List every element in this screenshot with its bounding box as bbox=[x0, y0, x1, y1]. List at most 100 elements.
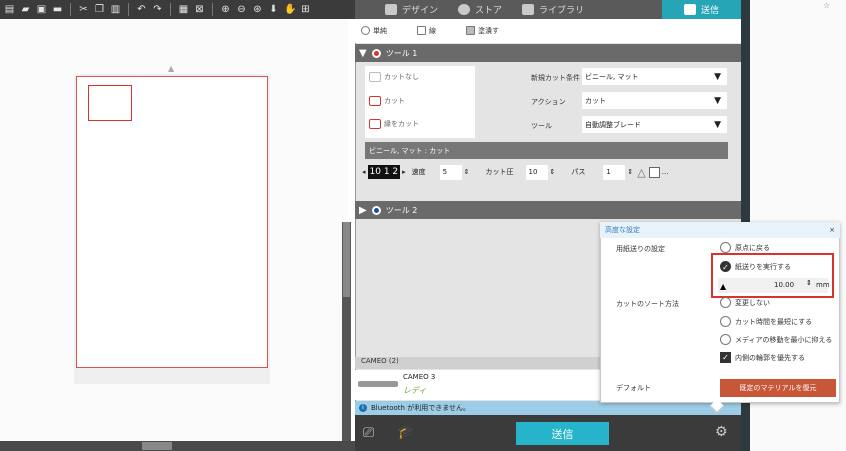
tab-library-label: ライブラリ bbox=[539, 6, 585, 16]
star-icon[interactable]: ☆ bbox=[823, 1, 830, 10]
toolbar-divider bbox=[128, 3, 129, 16]
horizontal-scroll-thumb[interactable] bbox=[142, 442, 172, 450]
dropdown-arrow-icon: ▼ bbox=[714, 71, 721, 82]
tool2-color-dot bbox=[371, 205, 381, 215]
restore-material-button[interactable]: 既定のマテリアルを復元 bbox=[720, 379, 836, 397]
device-name: CAMEO 3 bbox=[403, 373, 436, 381]
popup-title: 高度な設定 bbox=[605, 226, 640, 234]
sort-option-min-media[interactable]: メディアの移動を最小に抑える bbox=[720, 334, 832, 345]
radio-icon bbox=[720, 297, 731, 308]
pass-input[interactable]: 1 bbox=[603, 164, 626, 180]
horizontal-scrollbar[interactable] bbox=[0, 441, 355, 451]
sort-option-label: 内側の輪郭を優先する bbox=[735, 353, 805, 362]
sort-label: カットのソート方法 bbox=[616, 300, 679, 308]
tab-design[interactable]: デザイン bbox=[375, 0, 448, 19]
zoom-fit-icon[interactable]: ⊛ bbox=[252, 4, 263, 15]
tab-design-label: デザイン bbox=[402, 6, 439, 16]
tab-store[interactable]: ストア bbox=[448, 0, 512, 19]
sort-option-nochange[interactable]: 変更しない bbox=[720, 297, 770, 308]
checkbox-checked-icon: ✓ bbox=[720, 352, 731, 363]
design-shape[interactable] bbox=[88, 85, 132, 121]
mode-fill[interactable]: 塗潰す bbox=[466, 26, 499, 36]
mode-fill-label: 塗潰す bbox=[478, 27, 499, 35]
triangle-icon[interactable]: △ bbox=[637, 166, 645, 179]
material-bar: ビニール, マット : カット bbox=[365, 142, 728, 159]
sort-option-label: 変更しない bbox=[735, 298, 770, 307]
undo-icon[interactable]: ↶ bbox=[136, 4, 147, 15]
cut-params: ◂ 10 1 2 ▸ 速度 5 ⇕ カット圧 10 ⇕ パス 1 ⇕ △ ... bbox=[362, 161, 732, 183]
fill-icon bbox=[466, 26, 475, 35]
redo-icon[interactable]: ↷ bbox=[152, 4, 163, 15]
move-down-icon[interactable]: ⬇ bbox=[268, 4, 279, 15]
dropdown-arrow-icon: ▼ bbox=[714, 95, 721, 106]
highlight-box bbox=[711, 253, 834, 298]
paste-icon[interactable]: ▥ bbox=[110, 4, 121, 15]
stepper-icon[interactable]: ⇕ bbox=[550, 168, 556, 176]
sort-option-fastest[interactable]: カット時間を最短にする bbox=[720, 316, 812, 327]
more-button[interactable]: ... bbox=[662, 168, 669, 176]
machine-settings-icon[interactable]: ⎚ bbox=[363, 425, 374, 441]
add-page-icon[interactable]: ⊞ bbox=[300, 4, 311, 15]
field-tool-label: ツール bbox=[531, 122, 552, 130]
collapse-icon: ▼ bbox=[359, 47, 367, 59]
edge-cut-icon bbox=[369, 119, 381, 129]
tool1-color-dot bbox=[371, 48, 381, 58]
close-icon[interactable]: × bbox=[829, 226, 835, 234]
tool2-header[interactable]: ▶ ツール 2 bbox=[355, 201, 741, 219]
feed-option-origin[interactable]: 原点に戻る bbox=[720, 242, 770, 253]
condition-dropdown[interactable]: ビニール, マット ▼ bbox=[582, 68, 727, 85]
sort-option-label: カット時間を最短にする bbox=[735, 317, 813, 326]
tool2-title: ツール 2 bbox=[385, 205, 418, 215]
stepper-icon[interactable]: ⇕ bbox=[627, 168, 633, 176]
zoom-in-icon[interactable]: ⊕ bbox=[220, 4, 231, 15]
square-icon[interactable] bbox=[648, 166, 660, 178]
print-icon[interactable]: ▬ bbox=[52, 4, 63, 15]
mode-simple[interactable]: 単純 bbox=[361, 26, 387, 36]
stepper-icon[interactable]: ⇕ bbox=[464, 168, 470, 176]
open-icon[interactable]: ▰ bbox=[20, 4, 31, 15]
library-icon bbox=[522, 4, 535, 15]
cut-icon[interactable]: ✂ bbox=[78, 4, 89, 15]
material-bar-label: ビニール, マット : カット bbox=[369, 146, 451, 155]
feed-label: 用紙送りの設定 bbox=[616, 245, 665, 253]
force-input[interactable]: 10 bbox=[525, 164, 548, 180]
vertical-scroll-thumb[interactable] bbox=[343, 222, 350, 297]
new-file-icon[interactable]: ▤ bbox=[4, 4, 15, 15]
force-label: カット圧 bbox=[485, 168, 514, 176]
tab-send[interactable]: 送信 bbox=[661, 0, 741, 19]
pan-icon[interactable]: ✋ bbox=[284, 4, 296, 15]
arrow-right-icon[interactable]: ▸ bbox=[402, 168, 406, 176]
zoom-out-icon[interactable]: ⊖ bbox=[236, 4, 247, 15]
tab-send-label: 送信 bbox=[700, 6, 719, 16]
cut-option-cut[interactable]: カット bbox=[369, 96, 405, 106]
cut-option-edge-label: 縁をカット bbox=[384, 120, 419, 128]
speed-input[interactable]: 5 bbox=[439, 164, 462, 180]
cut-option-edge[interactable]: 縁をカット bbox=[369, 119, 419, 129]
nav-tabs: デザイン ストア ライブラリ 送信 bbox=[355, 0, 741, 19]
expand-icon: ▶ bbox=[359, 204, 367, 216]
cut-option-none[interactable]: カットなし bbox=[369, 72, 419, 82]
action-dropdown[interactable]: カット ▼ bbox=[582, 92, 727, 109]
save-icon[interactable]: ▣ bbox=[36, 4, 47, 15]
default-label: デフォルト bbox=[616, 384, 651, 392]
sort-option-inner-first[interactable]: ✓ 内側の輪郭を優先する bbox=[720, 352, 805, 363]
send-button[interactable]: 送信 bbox=[516, 422, 609, 445]
arrow-left-icon[interactable]: ◂ bbox=[362, 168, 366, 176]
line-icon bbox=[417, 26, 426, 35]
sort-option-label: メディアの移動を最小に抑える bbox=[735, 335, 833, 344]
tool1-title: ツール 1 bbox=[385, 48, 418, 58]
tab-library[interactable]: ライブラリ bbox=[512, 0, 594, 19]
popup-header: 高度な設定 × bbox=[600, 222, 840, 238]
blade-setting[interactable]: 10 1 2 bbox=[367, 165, 401, 179]
ungroup-icon[interactable]: ⊠ bbox=[194, 4, 205, 15]
store-icon bbox=[458, 4, 471, 15]
study-icon[interactable]: 🎓 bbox=[397, 424, 414, 440]
tab-store-label: ストア bbox=[475, 6, 503, 16]
copy-icon[interactable]: ❐ bbox=[94, 4, 105, 15]
tool-dropdown[interactable]: 自動調整ブレード ▼ bbox=[582, 116, 727, 133]
gear-icon[interactable]: ⚙ bbox=[715, 424, 728, 440]
group-icon[interactable]: ▦ bbox=[178, 4, 189, 15]
tool1-header[interactable]: ▼ ツール 1 bbox=[355, 44, 741, 62]
arrow-up-icon[interactable]: ▲ bbox=[168, 64, 176, 73]
mode-line[interactable]: 線 bbox=[417, 26, 436, 36]
